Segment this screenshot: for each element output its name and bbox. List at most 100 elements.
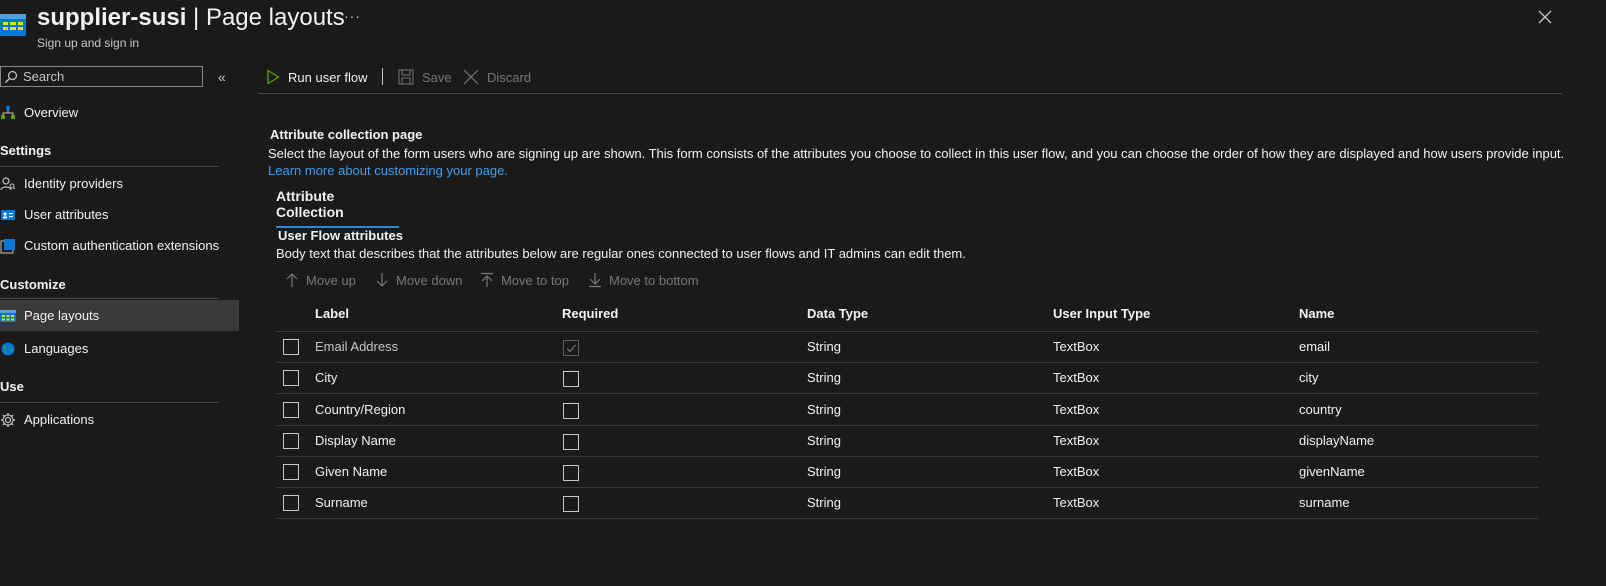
table-divider xyxy=(276,487,1538,488)
save-label: Save xyxy=(422,69,452,85)
toolbar-divider xyxy=(258,93,1562,94)
required-checkbox[interactable] xyxy=(563,403,579,419)
discard-button[interactable]: Discard xyxy=(463,68,531,86)
search-input[interactable] xyxy=(23,68,198,85)
more-options-button[interactable]: ··· xyxy=(344,8,361,24)
cell-name: city xyxy=(1299,370,1319,385)
sidebar-item-label: Custom authentication extensions xyxy=(24,238,220,253)
arrow-down-icon xyxy=(375,272,389,288)
sidebar-item-label: Languages xyxy=(24,341,89,356)
learn-more-link[interactable]: Learn more about customizing your page. xyxy=(268,163,508,178)
row-select-checkbox[interactable] xyxy=(283,402,299,418)
cell-input-type: TextBox xyxy=(1053,464,1100,479)
subsection-title: User Flow attributes xyxy=(278,228,403,243)
table-divider xyxy=(276,331,1538,332)
sidebar-item-languages[interactable]: Languages xyxy=(0,333,239,364)
custom-extensions-icon xyxy=(0,238,16,254)
cell-label: Display Name xyxy=(315,433,396,448)
table-divider xyxy=(276,518,1538,519)
sidebar-item-custom-authentication-extensions[interactable]: Custom authentication extensions xyxy=(0,230,239,261)
column-header-data-type[interactable]: Data Type xyxy=(807,306,868,321)
move-to-bottom-label: Move to bottom xyxy=(609,272,699,288)
sidebar-item-user-attributes[interactable]: User attributes xyxy=(0,199,239,230)
cell-data-type: String xyxy=(807,464,841,479)
cell-data-type: String xyxy=(807,402,841,417)
cell-data-type: String xyxy=(807,495,841,510)
save-icon xyxy=(398,69,414,85)
discard-icon xyxy=(463,69,479,85)
move-up-label: Move up xyxy=(306,272,356,288)
divider xyxy=(0,402,219,403)
row-select-checkbox[interactable] xyxy=(283,433,299,449)
globe-icon xyxy=(0,341,16,357)
discard-label: Discard xyxy=(487,69,532,85)
cell-label: Email Address xyxy=(315,339,399,354)
column-header-user-input-type[interactable]: User Input Type xyxy=(1053,306,1150,321)
close-icon[interactable] xyxy=(1538,10,1556,28)
cell-label: City xyxy=(315,370,338,385)
arrow-to-top-icon xyxy=(480,272,494,288)
sidebar-item-label: Applications xyxy=(24,412,95,427)
column-header-label[interactable]: Label xyxy=(315,306,349,321)
page-layout-app-icon xyxy=(0,12,26,38)
required-checkbox[interactable] xyxy=(563,434,579,450)
cell-name: email xyxy=(1299,339,1331,354)
arrow-up-icon xyxy=(285,272,299,288)
checkmark-icon xyxy=(566,344,576,353)
sidebar-item-identity-providers[interactable]: Identity providers xyxy=(0,168,239,199)
cell-input-type: TextBox xyxy=(1053,495,1100,510)
cell-data-type: String xyxy=(807,370,841,385)
page-subtitle: Sign up and sign in xyxy=(37,36,140,50)
table-divider xyxy=(276,362,1538,363)
cell-name: givenName xyxy=(1299,464,1365,479)
user-attributes-icon xyxy=(0,207,16,223)
sidebar-item-applications[interactable]: Applications xyxy=(0,404,239,435)
play-icon xyxy=(266,69,280,85)
section-title: Attribute collection page xyxy=(270,127,423,142)
column-header-required[interactable]: Required xyxy=(562,306,618,321)
move-to-top-label: Move to top xyxy=(501,272,569,288)
run-user-flow-button[interactable]: Run user flow xyxy=(266,68,367,86)
sidebar-section-settings: Settings xyxy=(0,143,52,158)
search-icon xyxy=(5,70,18,83)
cell-input-type: TextBox xyxy=(1053,402,1100,417)
row-select-checkbox[interactable] xyxy=(283,339,299,355)
move-to-bottom-button[interactable]: Move to bottom xyxy=(588,272,699,288)
sidebar-section-use: Use xyxy=(0,379,24,394)
column-header-name[interactable]: Name xyxy=(1299,306,1334,321)
required-checkbox[interactable] xyxy=(563,465,579,481)
sidebar-item-page-layouts[interactable]: Page layouts xyxy=(0,300,239,331)
page-title: supplier-susi | Page layouts xyxy=(37,4,345,32)
sidebar-item-label: User attributes xyxy=(24,207,109,222)
required-checkbox[interactable] xyxy=(563,371,579,387)
cell-name: surname xyxy=(1299,495,1350,510)
cell-label: Given Name xyxy=(315,464,388,479)
required-checkbox[interactable] xyxy=(563,496,579,512)
toolbar-separator xyxy=(382,68,383,85)
move-up-button[interactable]: Move up xyxy=(285,272,356,288)
row-select-checkbox[interactable] xyxy=(283,370,299,386)
section-description: Select the layout of the form users who … xyxy=(268,146,1565,161)
cell-label: Country/Region xyxy=(315,402,406,417)
cell-data-type: String xyxy=(807,339,841,354)
row-select-checkbox[interactable] xyxy=(283,495,299,511)
collapse-sidebar-button[interactable]: « xyxy=(218,69,226,85)
overview-icon xyxy=(0,105,16,121)
arrow-to-bottom-icon xyxy=(588,272,602,288)
subsection-description: Body text that describes that the attrib… xyxy=(276,246,966,261)
search-field[interactable] xyxy=(0,66,203,87)
sidebar-item-overview[interactable]: Overview xyxy=(0,97,239,128)
row-select-checkbox[interactable] xyxy=(283,464,299,480)
divider xyxy=(0,166,219,167)
page-layouts-icon xyxy=(0,308,16,324)
save-button[interactable]: Save xyxy=(398,68,452,86)
move-to-top-button[interactable]: Move to top xyxy=(480,272,569,288)
table-divider xyxy=(276,425,1538,426)
tab-attribute-collection[interactable]: Attribute Collection xyxy=(276,188,399,228)
cell-label: Surname xyxy=(315,495,368,510)
move-down-button[interactable]: Move down xyxy=(375,272,462,288)
gear-icon xyxy=(0,412,16,428)
sidebar-item-label: Page layouts xyxy=(24,308,100,323)
table-divider xyxy=(276,456,1538,457)
identity-providers-icon xyxy=(0,176,16,192)
